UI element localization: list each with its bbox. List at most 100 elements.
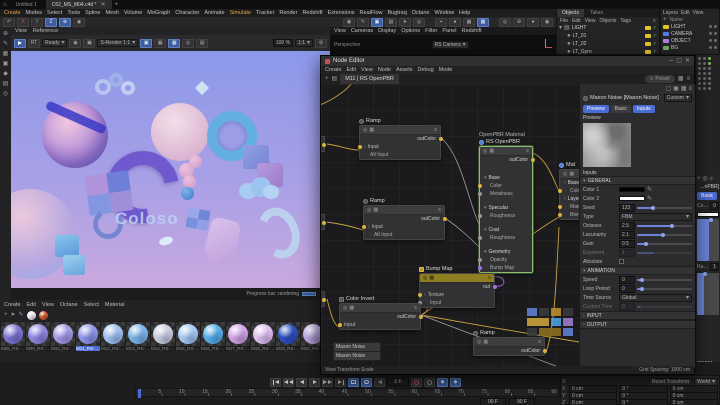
close-icon[interactable]: ✕ [685,58,690,64]
visibility-dot[interactable] [709,32,712,35]
visibility-dot[interactable] [708,67,711,70]
node-preview-icon[interactable]: ▦ [569,171,574,177]
chevron-down-icon[interactable]: ▾ [484,175,487,181]
layers-menu-edit[interactable]: Edit [681,10,690,16]
enabled-check[interactable]: ✓ [653,25,657,31]
next-key-button[interactable] [322,377,333,387]
mat-menu-edit[interactable]: Edit [27,302,36,308]
visibility-dot[interactable] [708,72,711,75]
pixel-ratio-dropdown[interactable]: 1:1 ▾ [295,39,313,47]
chevron-down-icon[interactable]: ▾ [484,249,487,255]
absolute-checkbox[interactable] [619,259,624,264]
group-output[interactable]: OUTPUT [587,322,608,328]
object-tree-row[interactable]: ● LT_01 ✓ [557,32,659,40]
node-eye-icon[interactable]: ◎ [343,305,347,311]
menu-redshift[interactable]: Redshift [302,10,322,16]
gain-slider[interactable] [637,241,692,246]
rv-settings-icon[interactable]: ⚙ [315,38,327,48]
tab-current-document[interactable]: C62_MS_M04.c4d * ✕ [45,0,112,9]
vp-menu-view[interactable]: View [334,28,346,34]
material-item[interactable]: M10_RS-Op [51,321,75,351]
menu-tools[interactable]: Tools [67,10,80,16]
seed-slider[interactable] [637,205,692,210]
custom-mode-dropdown[interactable]: Custom ▾ [663,94,692,102]
speed-field[interactable]: 0 [619,275,635,284]
visibility-dot[interactable] [698,67,701,70]
node-menu-icon[interactable]: ≡ [434,127,437,133]
visibility-dot[interactable] [698,87,701,90]
mirror-tool-icon[interactable]: ▤ [3,81,9,87]
vp-menu-panel[interactable]: Panel [442,28,456,34]
node-eye-icon[interactable]: ◎ [363,127,367,133]
vp-menu-cameras[interactable]: Cameras [351,28,373,34]
lock-panel-icon[interactable]: ▦ [681,86,687,92]
material-icon[interactable]: ● [527,17,539,27]
color2-swatch[interactable] [619,196,645,201]
scale-z-field[interactable]: 0 cm [669,399,718,405]
visibility-dot[interactable] [703,67,706,70]
playhead[interactable] [138,389,141,398]
menu-render[interactable]: Render [279,10,297,16]
close-tab-icon[interactable]: ✕ [101,2,106,8]
menu-tracker[interactable]: Tracker [256,10,274,16]
layer-color-chip[interactable] [663,24,669,29]
visibility-dot[interactable] [698,72,701,75]
clipped-node[interactable] [321,136,326,152]
visibility-dot[interactable] [703,57,706,60]
noise-preview-thumbnail[interactable] [583,123,631,167]
gain-field[interactable]: 0.5 [619,239,635,248]
render-status-dropdown[interactable]: Ready ▾ [42,39,68,47]
node-menu-icon[interactable]: ≡ [414,305,417,311]
camera-icon[interactable]: ⌖ [435,17,447,27]
group-general[interactable]: GENERAL [588,178,612,184]
chevron-right-icon[interactable]: › [564,180,566,186]
seed-field[interactable]: 123 [619,203,635,212]
material-item[interactable]: M13_RS-Op [126,321,150,351]
menu-animate[interactable]: Animate [204,10,224,16]
node-preview-icon[interactable]: ▦ [489,148,494,154]
group-animation[interactable]: ANIMATION [588,268,615,274]
node-preview-icon[interactable]: ▦ [369,127,374,133]
visibility-dot[interactable] [703,62,706,65]
srender-dropdown[interactable]: S-Render 1:1 ▾ [97,39,139,47]
sound-button[interactable] [374,377,385,387]
texture-slot-icon[interactable]: ✎ [647,187,652,193]
pos-z-field[interactable]: 0 cm [569,399,618,405]
node-ramp2[interactable]: ◎ ▦ ≡ outColor › Input Alt Input [361,205,447,240]
loop-period-field[interactable]: 0 [619,284,635,293]
range-end-field2[interactable]: 90 F [509,398,535,405]
node-eye-icon[interactable]: ◎ [423,275,427,281]
node-preview-icon[interactable]: ▦ [373,207,378,213]
node-openpbr[interactable]: ◎ ▦ ≡ outColor ▾ Base Color Metalness ▾ Spec… [477,146,535,273]
material-item[interactable]: M15_RS-Op [176,321,200,351]
om-search-icon[interactable]: ⌕ [653,18,656,24]
compare-icon[interactable]: ▤ [196,38,209,48]
attr-row-value[interactable]: 1 [710,263,719,271]
textured-material-sphere[interactable] [38,310,48,320]
range-end-field[interactable]: 90 F [480,398,506,405]
node-bump-map[interactable]: ◎ ▦ ≡ out › Texture Input [417,273,497,308]
attr-row-value[interactable]: 0 [710,202,719,210]
mat-menu-material[interactable]: Material [105,302,125,308]
chevron-right-icon[interactable]: › [583,322,585,328]
new-tab-icon[interactable]: + [115,2,119,8]
menu-bugtraq[interactable]: Bugtraq [387,10,406,16]
type-dropdown[interactable]: FBM ▾ [619,212,692,221]
color1-swatch[interactable] [619,187,645,192]
mograph-grid-icon[interactable]: ▦ [477,17,489,27]
material-item[interactable]: M16_RS-Op [201,321,225,351]
om-menu-view[interactable]: View [585,18,596,24]
layer-chip[interactable] [644,34,651,38]
maximize-icon[interactable]: ▢ [676,58,682,64]
octaves-field[interactable]: 2.5 [619,221,635,230]
snap-tool-icon[interactable]: ◆ [3,71,8,77]
vp-menu-options[interactable]: Options [401,28,420,34]
axis-y-lock[interactable]: Y [31,17,43,27]
time-source-dropdown[interactable]: Global ▾ [619,293,692,302]
menu-window[interactable]: Window [434,10,454,16]
visibility-dot[interactable] [714,25,717,28]
graph-tab[interactable]: M11 | RS OpenPBR [340,74,399,84]
tab-preview[interactable]: Preview [583,104,609,113]
visibility-dot[interactable] [714,32,717,35]
material-item[interactable]: M19_RS-Op [276,321,300,351]
